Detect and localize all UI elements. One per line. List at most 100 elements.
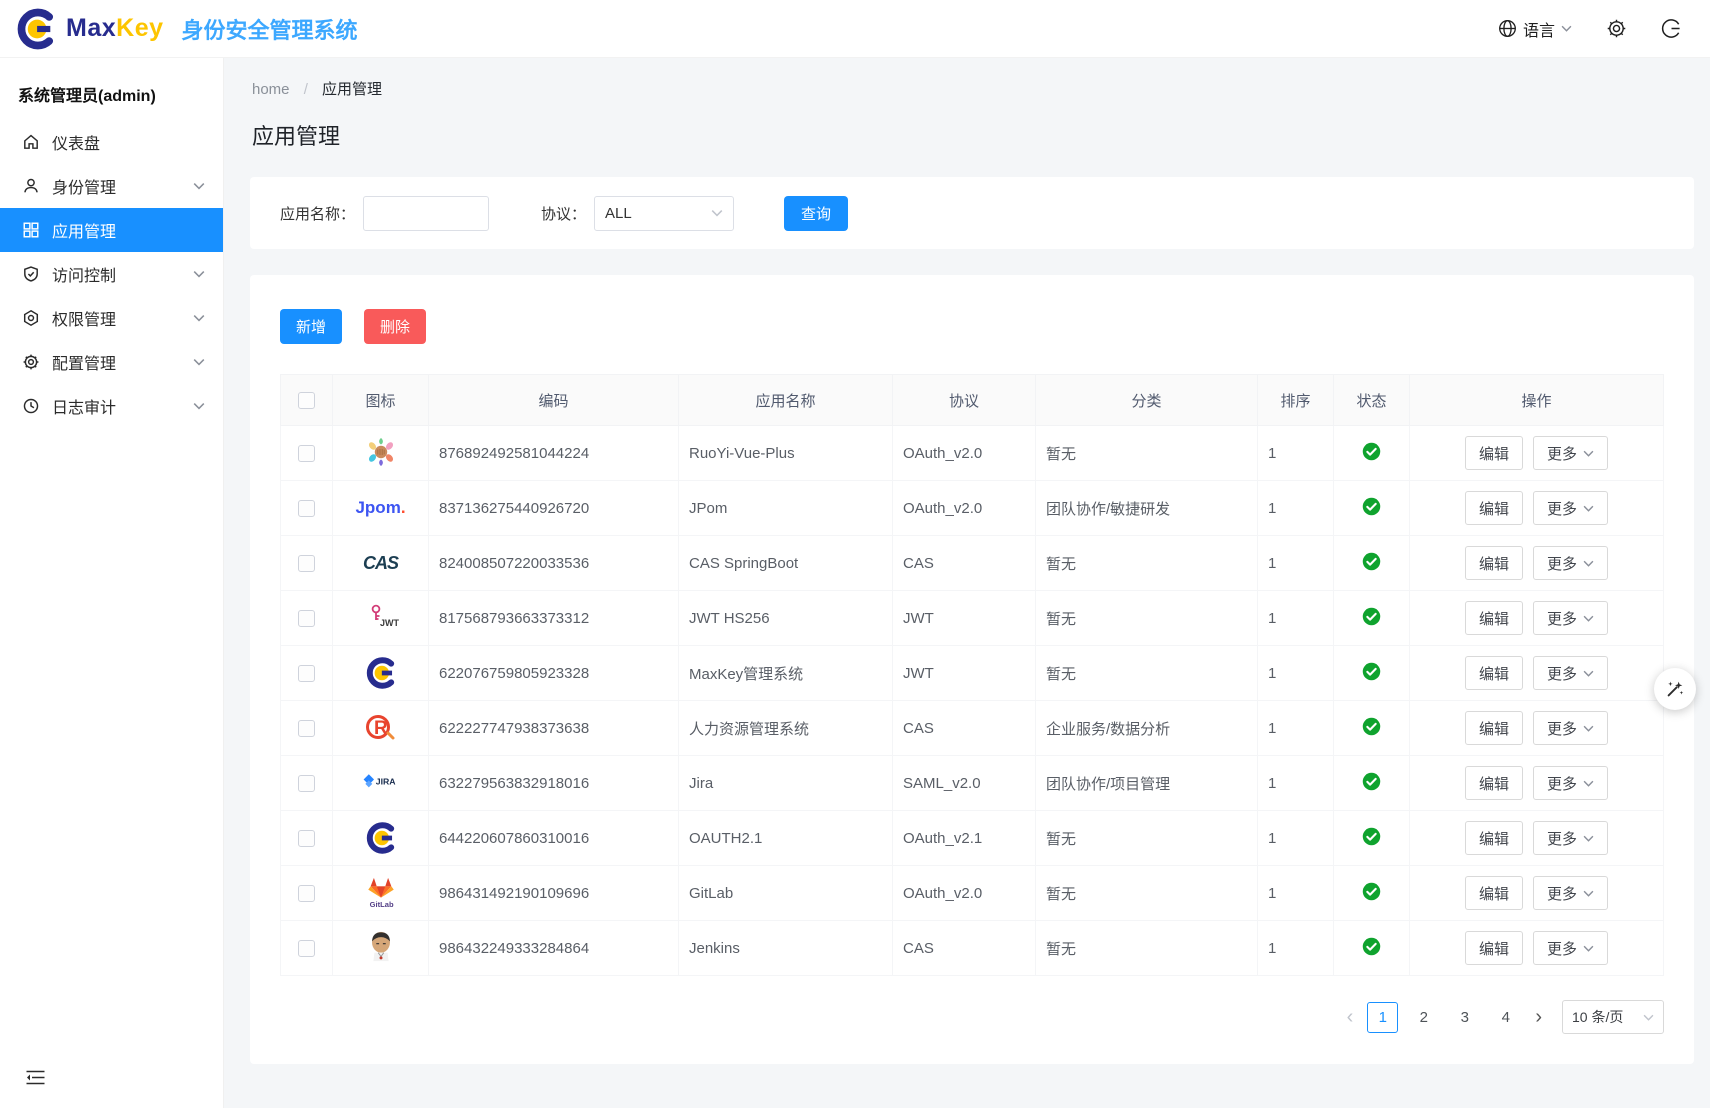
more-button[interactable]: 更多 [1533,821,1608,855]
more-button[interactable]: 更多 [1533,546,1608,580]
more-button[interactable]: 更多 [1533,876,1608,910]
sidebar-menu-item[interactable]: 访问控制 [0,252,223,296]
app-code-cell: 632279563832918016 [429,756,679,811]
pagination-page[interactable]: 2 [1408,1002,1439,1033]
more-button[interactable]: 更多 [1533,601,1608,635]
breadcrumb-home-link[interactable]: home [252,81,290,98]
edit-button[interactable]: 编辑 [1465,656,1523,690]
maxkey-logo-icon [361,653,401,693]
chevron-down-icon [1561,25,1572,32]
sidebar-menu-item[interactable]: 身份管理 [0,164,223,208]
app-name-cell: 人力资源管理系统 [679,701,893,756]
more-button[interactable]: 更多 [1533,436,1608,470]
settings-icon [22,353,40,371]
table-row: 644220607860310016 OAUTH2.1 OAuth_v2.1 暂… [281,811,1664,866]
edit-button[interactable]: 编辑 [1465,546,1523,580]
edit-button[interactable]: 编辑 [1465,601,1523,635]
chevron-down-icon [193,265,205,283]
status-enabled-icon [1362,662,1381,681]
app-category-cell: 暂无 [1036,536,1258,591]
applications-table: 图标 编码 应用名称 协议 分类 排序 状态 操作 87689249258104… [280,374,1664,976]
column-header-category: 分类 [1036,375,1258,426]
edit-button[interactable]: 编辑 [1465,436,1523,470]
edit-button[interactable]: 编辑 [1465,766,1523,800]
delete-button[interactable]: 删除 [364,309,426,344]
protocol-select[interactable]: ALL [594,196,734,231]
row-checkbox[interactable] [298,830,315,847]
language-switcher[interactable]: 语言 [1498,17,1572,41]
app-code-cell: 824008507220033536 [429,536,679,591]
settings-gear-icon[interactable] [1606,18,1627,39]
access-control-icon [22,265,40,283]
app-code-cell: 817568793663373312 [429,591,679,646]
sidebar-menu-item[interactable]: 仪表盘 [0,120,223,164]
edit-button[interactable]: 编辑 [1465,931,1523,965]
row-checkbox[interactable] [298,940,315,957]
logout-icon[interactable] [1661,18,1682,39]
sidebar-menu-item[interactable]: 日志审计 [0,384,223,428]
select-all-checkbox[interactable] [298,392,315,409]
svg-text:GitLab: GitLab [369,900,393,909]
pagination: ‹ 1 2 3 4 › 10 条/页 [280,1000,1664,1034]
app-protocol-cell: JWT [893,591,1036,646]
row-checkbox[interactable] [298,500,315,517]
permission-icon [22,309,40,327]
column-header-status: 状态 [1334,375,1410,426]
row-checkbox[interactable] [298,885,315,902]
app-code-cell: 876892492581044224 [429,426,679,481]
page-size-select[interactable]: 10 条/页 [1562,1000,1664,1034]
more-button[interactable]: 更多 [1533,656,1608,690]
filter-bar: 应用名称： 协议： ALL 查询 [250,177,1694,249]
sidebar-menu-item[interactable]: 应用管理 [0,208,223,252]
column-header-code: 编码 [429,375,679,426]
row-checkbox[interactable] [298,720,315,737]
maxkey-logo-icon [361,818,401,858]
chevron-down-icon [193,353,205,371]
pagination-prev[interactable]: ‹ [1343,1006,1358,1029]
table-row: 876892492581044224 RuoYi-Vue-Plus OAuth_… [281,426,1664,481]
app-category-cell: 暂无 [1036,646,1258,701]
ruoyi-logo-icon [361,432,401,472]
row-checkbox[interactable] [298,775,315,792]
pagination-page[interactable]: 4 [1490,1002,1521,1033]
column-header-icon: 图标 [333,375,429,426]
jenkins-logo-icon [361,927,401,967]
svg-text:JWT: JWT [380,618,399,628]
app-category-cell: 企业服务/数据分析 [1036,701,1258,756]
more-button[interactable]: 更多 [1533,766,1608,800]
more-button[interactable]: 更多 [1533,931,1608,965]
sidebar-menu-item[interactable]: 权限管理 [0,296,223,340]
row-checkbox[interactable] [298,555,315,572]
app-protocol-cell: OAuth_v2.1 [893,811,1036,866]
query-button[interactable]: 查询 [784,196,848,231]
add-button[interactable]: 新增 [280,309,342,344]
more-button[interactable]: 更多 [1533,711,1608,745]
table-toolbar: 新增 删除 [280,309,1664,344]
edit-button[interactable]: 编辑 [1465,876,1523,910]
more-button[interactable]: 更多 [1533,491,1608,525]
pagination-page[interactable]: 1 [1367,1002,1398,1033]
app-code-cell: 986432249333284864 [429,921,679,976]
app-protocol-cell: CAS [893,701,1036,756]
row-checkbox[interactable] [298,610,315,627]
row-checkbox[interactable] [298,445,315,462]
jwt-logo-icon: JWT [361,597,401,637]
page-title: 应用管理 [252,119,1710,151]
edit-button[interactable]: 编辑 [1465,821,1523,855]
status-enabled-icon [1362,607,1381,626]
brand-name: MaxKey [66,14,164,43]
sidebar-menu-item[interactable]: 配置管理 [0,340,223,384]
sidebar-item-label: 权限管理 [52,306,193,330]
row-checkbox[interactable] [298,665,315,682]
edit-button[interactable]: 编辑 [1465,711,1523,745]
menu-fold-icon[interactable] [26,1070,45,1090]
app-sort-cell: 1 [1258,591,1334,646]
edit-button[interactable]: 编辑 [1465,491,1523,525]
app-name-input[interactable] [363,196,489,231]
status-enabled-icon [1362,772,1381,791]
pagination-page[interactable]: 3 [1449,1002,1480,1033]
floating-tool-button[interactable] [1654,668,1696,710]
pagination-next[interactable]: › [1531,1006,1546,1029]
app-code-cell: 837136275440926720 [429,481,679,536]
status-enabled-icon [1362,827,1381,846]
